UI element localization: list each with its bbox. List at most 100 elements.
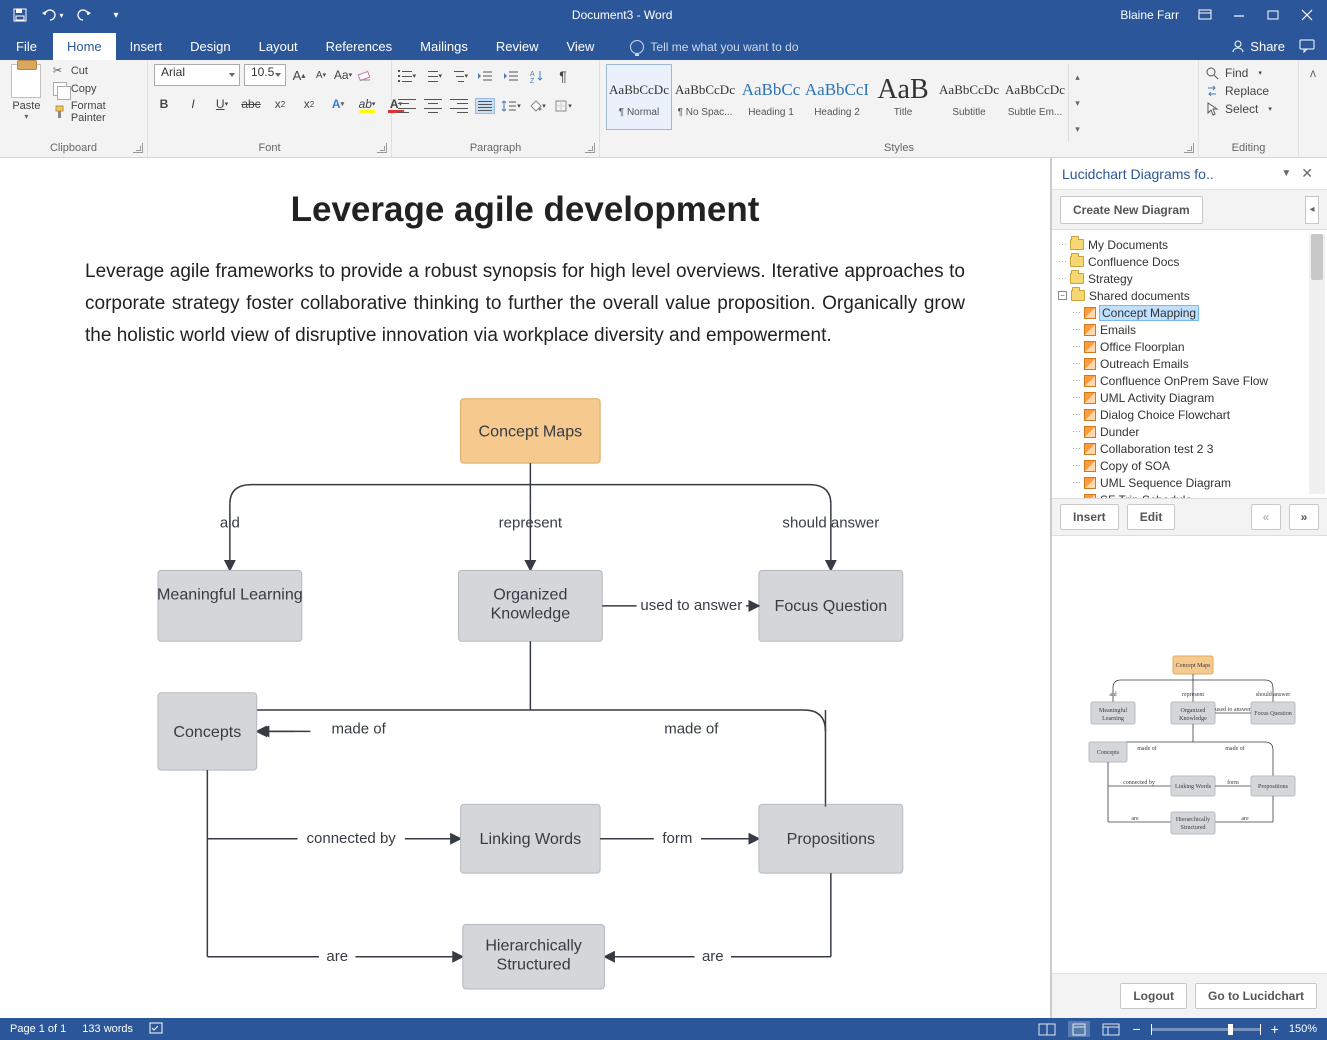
tree-doc-uml-activity-diagram[interactable]: ⋯UML Activity Diagram bbox=[1052, 389, 1327, 406]
collapse-ribbon-button[interactable]: ʌ bbox=[1299, 60, 1327, 157]
close-icon[interactable] bbox=[1299, 7, 1315, 23]
edit-button[interactable]: Edit bbox=[1127, 504, 1176, 530]
show-marks-button[interactable]: ¶ bbox=[554, 66, 572, 86]
tree-folder-my-documents[interactable]: ⋯My Documents bbox=[1052, 236, 1327, 253]
align-center-button[interactable] bbox=[424, 96, 442, 116]
subscript-button[interactable]: x2 bbox=[270, 94, 290, 114]
clear-formatting-button[interactable] bbox=[356, 65, 374, 85]
dialog-launcher-icon[interactable] bbox=[585, 143, 595, 153]
highlight-button[interactable]: ab▾ bbox=[357, 94, 377, 114]
read-mode-button[interactable] bbox=[1036, 1021, 1058, 1037]
undo-icon[interactable]: ▾ bbox=[44, 7, 60, 23]
tab-mailings[interactable]: Mailings bbox=[406, 33, 482, 60]
next-page-button[interactable]: » bbox=[1289, 504, 1319, 530]
tab-home[interactable]: Home bbox=[53, 33, 116, 60]
share-button[interactable]: Share bbox=[1231, 39, 1285, 54]
panel-close-button[interactable]: ✕ bbox=[1297, 165, 1317, 182]
logout-button[interactable]: Logout bbox=[1120, 983, 1187, 1009]
page-indicator[interactable]: Page 1 of 1 bbox=[10, 1023, 66, 1035]
maximize-icon[interactable] bbox=[1265, 7, 1281, 23]
tab-design[interactable]: Design bbox=[176, 33, 244, 60]
tree-doc-confluence-onprem-save-flow[interactable]: ⋯Confluence OnPrem Save Flow bbox=[1052, 372, 1327, 389]
goto-lucidchart-button[interactable]: Go to Lucidchart bbox=[1195, 983, 1317, 1009]
grow-font-button[interactable]: A▴ bbox=[290, 65, 308, 85]
web-layout-button[interactable] bbox=[1100, 1021, 1122, 1037]
word-count[interactable]: 133 words bbox=[82, 1023, 133, 1035]
tree-doc-dunder[interactable]: ⋯Dunder bbox=[1052, 423, 1327, 440]
tab-review[interactable]: Review bbox=[482, 33, 553, 60]
prev-page-button[interactable]: « bbox=[1251, 504, 1281, 530]
align-left-button[interactable] bbox=[398, 96, 416, 116]
panel-menu-button[interactable]: ▼ bbox=[1275, 168, 1297, 179]
print-layout-button[interactable] bbox=[1068, 1021, 1090, 1037]
ribbon-display-icon[interactable] bbox=[1197, 7, 1213, 23]
underline-button[interactable]: U▾ bbox=[212, 94, 232, 114]
italic-button[interactable]: I bbox=[183, 94, 203, 114]
tree-doc-concept-mapping[interactable]: ⋯Concept Mapping bbox=[1052, 304, 1327, 321]
find-button[interactable]: Find▾ bbox=[1205, 66, 1272, 80]
dialog-launcher-icon[interactable] bbox=[133, 143, 143, 153]
tree-folder-shared-documents[interactable]: −Shared documents bbox=[1052, 287, 1327, 304]
styles-more-button[interactable]: ▾ bbox=[1069, 116, 1086, 142]
multilevel-list-button[interactable]: ▾ bbox=[450, 66, 468, 86]
superscript-button[interactable]: x2 bbox=[299, 94, 319, 114]
zoom-out-button[interactable]: − bbox=[1132, 1021, 1140, 1037]
document-tree[interactable]: ⋯My Documents⋯Confluence Docs⋯Strategy−S… bbox=[1052, 230, 1327, 498]
text-effects-button[interactable]: A▾ bbox=[328, 94, 348, 114]
tree-doc-collaboration-test-2-3[interactable]: ⋯Collaboration test 2 3 bbox=[1052, 440, 1327, 457]
shrink-font-button[interactable]: A▾ bbox=[312, 65, 330, 85]
document-area[interactable]: Leverage agile development Leverage agil… bbox=[0, 158, 1051, 1018]
style--normal[interactable]: AaBbCcDc¶ Normal bbox=[606, 64, 672, 130]
tree-doc-dialog-choice-flowchart[interactable]: ⋯Dialog Choice Flowchart bbox=[1052, 406, 1327, 423]
font-family-select[interactable]: Arial bbox=[154, 64, 240, 86]
tree-doc-outreach-emails[interactable]: ⋯Outreach Emails bbox=[1052, 355, 1327, 372]
minimize-icon[interactable] bbox=[1231, 7, 1247, 23]
dialog-launcher-icon[interactable] bbox=[377, 143, 387, 153]
spellcheck-icon[interactable] bbox=[149, 1021, 167, 1038]
replace-button[interactable]: Replace bbox=[1205, 84, 1272, 98]
style-subtitle[interactable]: AaBbCcDcSubtitle bbox=[936, 64, 1002, 130]
format-painter-button[interactable]: Format Painter bbox=[53, 100, 141, 124]
zoom-in-button[interactable]: + bbox=[1271, 1021, 1279, 1037]
user-name[interactable]: Blaine Farr bbox=[1120, 8, 1179, 22]
comments-icon[interactable] bbox=[1299, 38, 1315, 54]
strikethrough-button[interactable]: abc bbox=[241, 94, 261, 114]
font-size-select[interactable]: 10.5 bbox=[244, 64, 286, 86]
style-heading-1[interactable]: AaBbCcHeading 1 bbox=[738, 64, 804, 130]
tree-doc-emails[interactable]: ⋯Emails bbox=[1052, 321, 1327, 338]
tree-doc-office-floorplan[interactable]: ⋯Office Floorplan bbox=[1052, 338, 1327, 355]
tab-references[interactable]: References bbox=[312, 33, 406, 60]
tab-view[interactable]: View bbox=[552, 33, 608, 60]
tab-layout[interactable]: Layout bbox=[245, 33, 312, 60]
styles-scroll-up[interactable]: ▴ bbox=[1069, 64, 1086, 90]
dialog-launcher-icon[interactable] bbox=[1184, 143, 1194, 153]
qat-customize-icon[interactable]: ▾ bbox=[108, 7, 124, 23]
copy-button[interactable]: Copy bbox=[53, 82, 141, 96]
bold-button[interactable]: B bbox=[154, 94, 174, 114]
tree-doc-sf-trip-schedule[interactable]: ⋯SF Trip Schedule bbox=[1052, 491, 1327, 498]
cut-button[interactable]: ✂ Cut bbox=[53, 64, 141, 78]
justify-button[interactable] bbox=[476, 96, 494, 116]
style-title[interactable]: AaBTitle bbox=[870, 64, 936, 130]
paste-button[interactable]: Paste ▾ bbox=[6, 64, 47, 121]
tell-me-search[interactable]: Tell me what you want to do bbox=[630, 40, 798, 60]
numbering-button[interactable]: ▾ bbox=[424, 66, 442, 86]
style--no-spac-[interactable]: AaBbCcDc¶ No Spac... bbox=[672, 64, 738, 130]
sort-button[interactable]: AZ bbox=[528, 66, 546, 86]
borders-button[interactable]: ▾ bbox=[554, 96, 572, 116]
tab-file[interactable]: File bbox=[0, 33, 53, 60]
bullets-button[interactable]: ▾ bbox=[398, 66, 416, 86]
redo-icon[interactable] bbox=[76, 7, 92, 23]
zoom-slider[interactable] bbox=[1151, 1028, 1261, 1031]
create-diagram-button[interactable]: Create New Diagram bbox=[1060, 196, 1203, 224]
increase-indent-button[interactable] bbox=[502, 66, 520, 86]
style-heading-2[interactable]: AaBbCcIHeading 2 bbox=[804, 64, 870, 130]
style-subtle-em-[interactable]: AaBbCcDcSubtle Em... bbox=[1002, 64, 1068, 130]
line-spacing-button[interactable]: ▾ bbox=[502, 96, 520, 116]
zoom-level[interactable]: 150% bbox=[1289, 1023, 1317, 1035]
insert-button[interactable]: Insert bbox=[1060, 504, 1119, 530]
tree-doc-uml-sequence-diagram[interactable]: ⋯UML Sequence Diagram bbox=[1052, 474, 1327, 491]
tree-doc-copy-of-soa[interactable]: ⋯Copy of SOA bbox=[1052, 457, 1327, 474]
panel-collapse-button[interactable]: ◂ bbox=[1305, 196, 1319, 224]
select-button[interactable]: Select▾ bbox=[1205, 102, 1272, 116]
